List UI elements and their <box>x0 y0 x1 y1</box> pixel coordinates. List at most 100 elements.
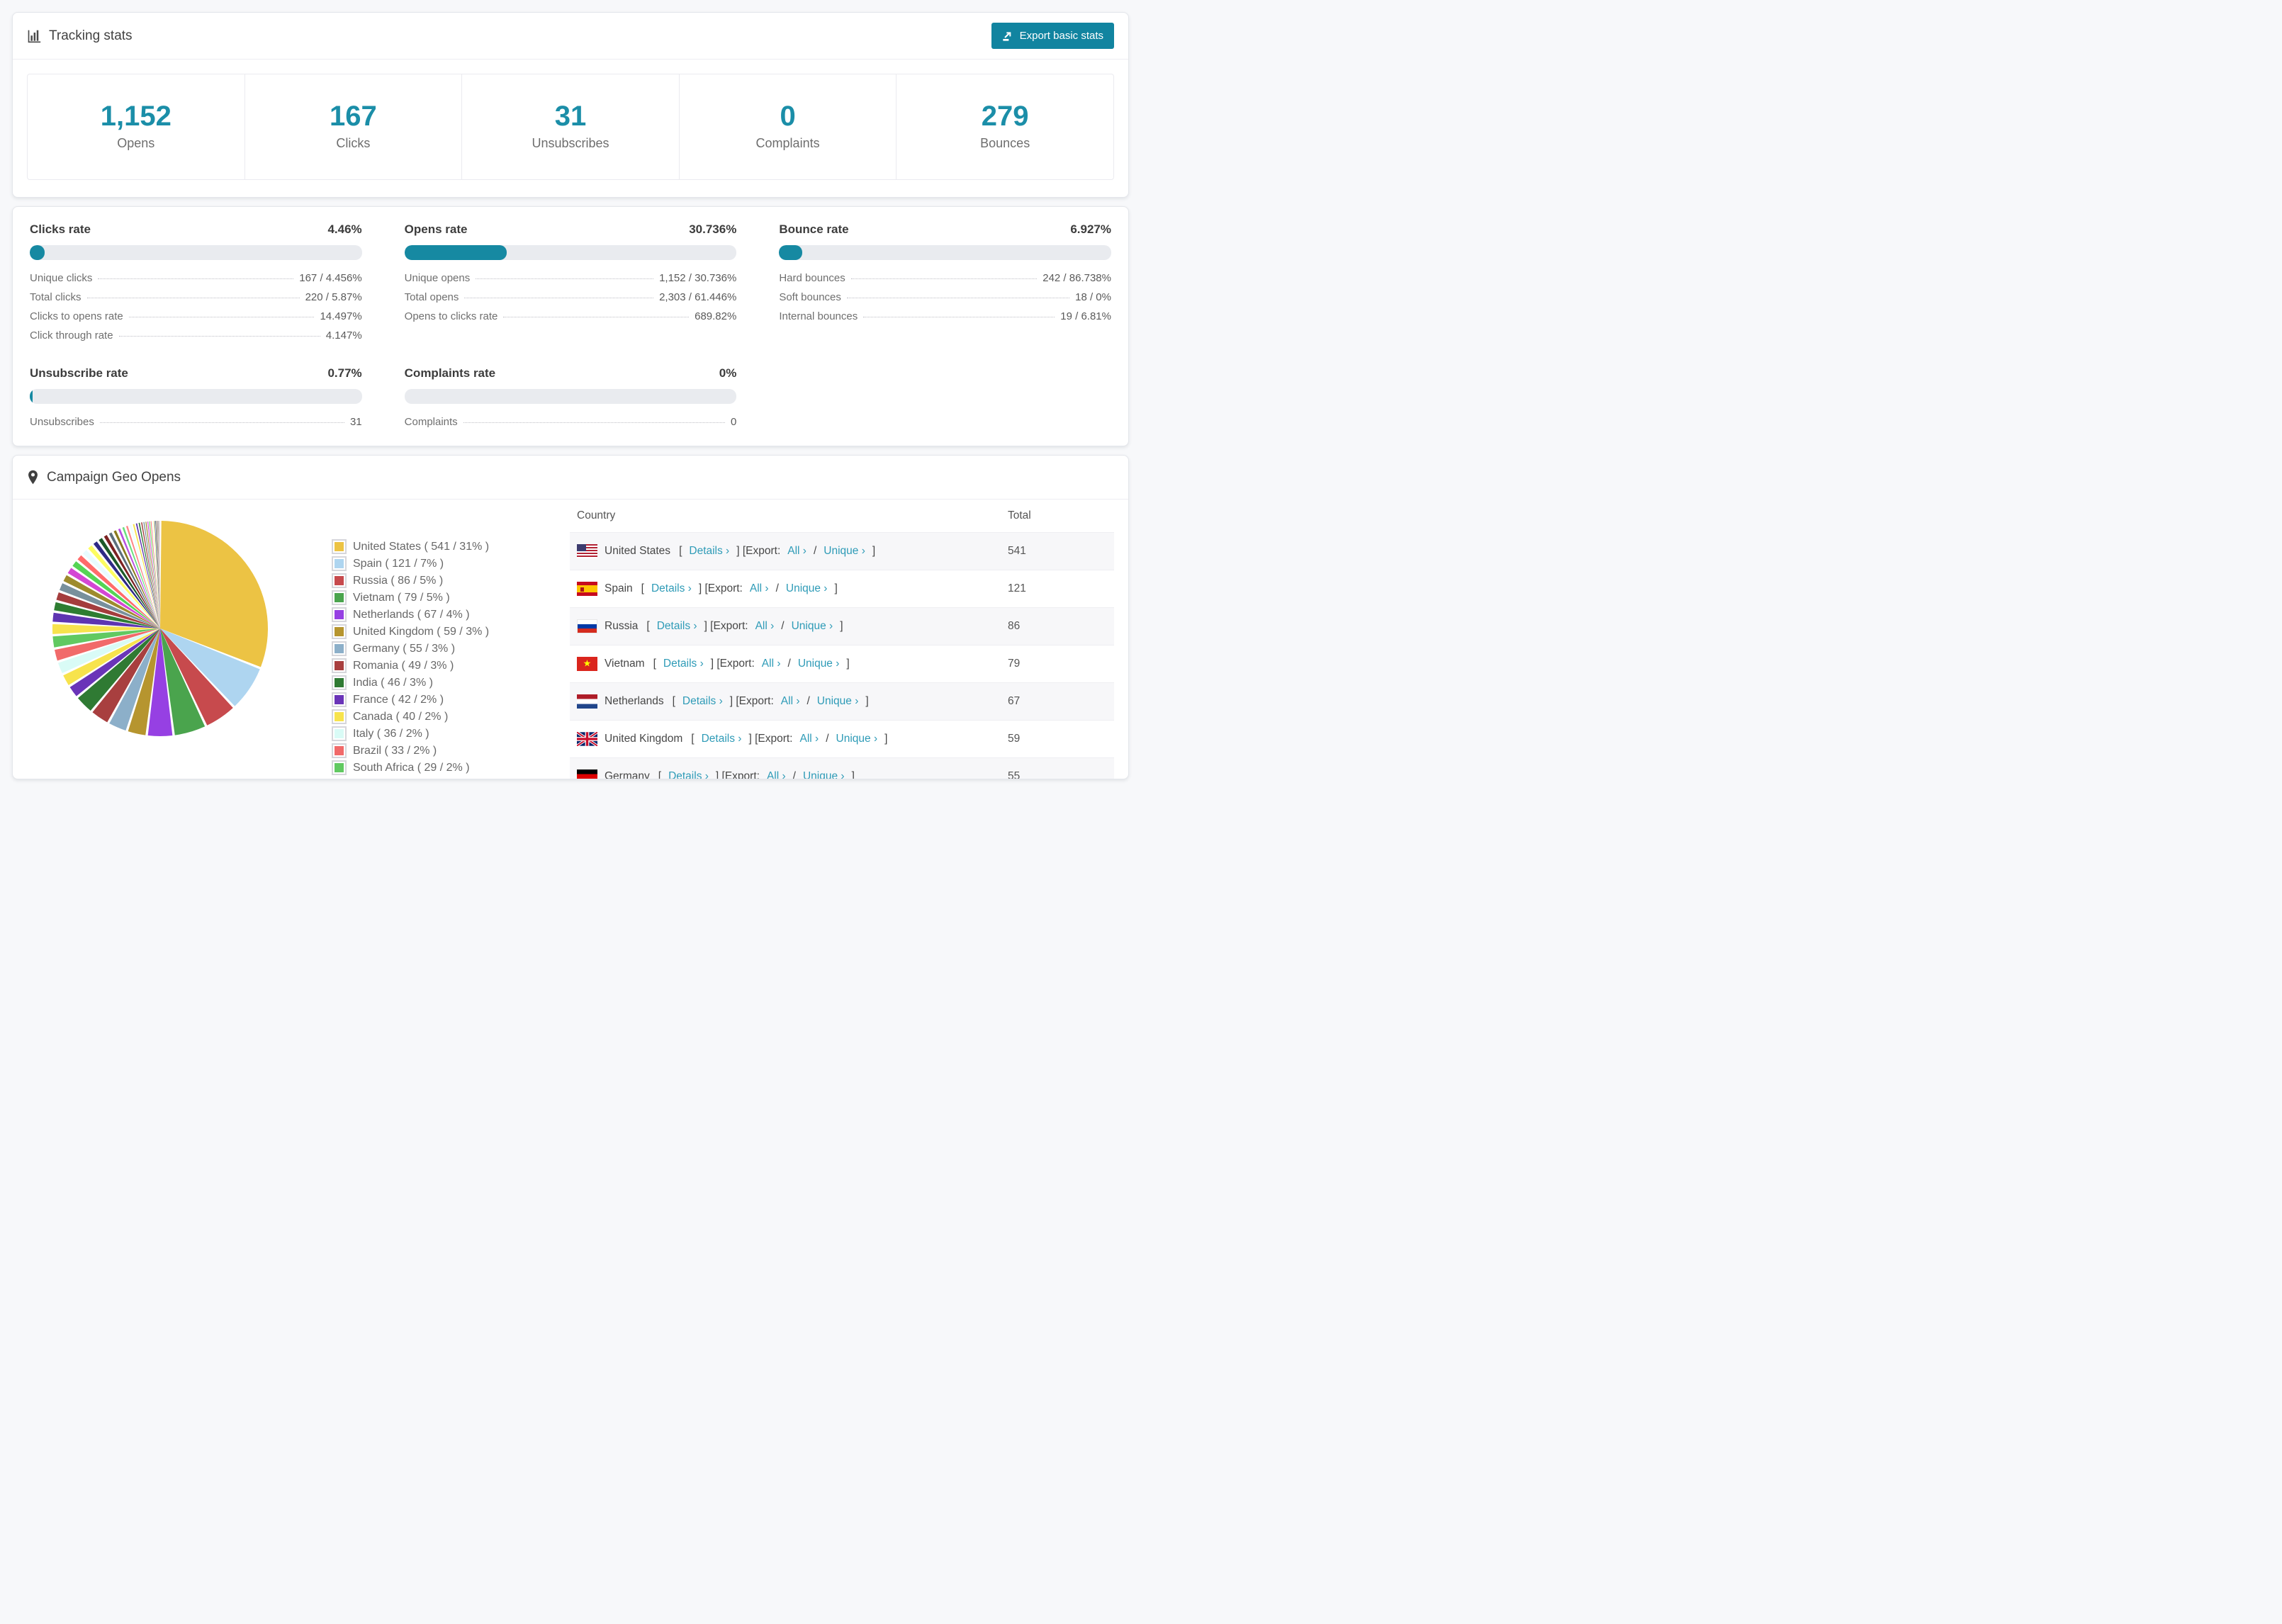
stat-box-complaints: 0 Complaints <box>678 74 896 179</box>
progress-bar-fill <box>404 245 507 260</box>
country-total: 121 <box>1008 582 1026 594</box>
export-all-link[interactable]: All › <box>800 733 819 745</box>
tracking-stats-title: Tracking stats <box>27 28 133 44</box>
geo-pie-wrap <box>13 500 332 779</box>
rate-stat-label: Unique opens <box>404 272 471 284</box>
rate-title: Bounce rate <box>779 222 849 236</box>
stat-label: Opens <box>117 136 155 150</box>
country-name: United Kingdom <box>605 733 683 745</box>
legend-label: Russia ( 86 / 5% ) <box>353 574 444 587</box>
bracket: / <box>813 545 817 557</box>
geo-content: United States ( 541 / 31% ) Spain ( 121 /… <box>13 500 1128 779</box>
details-link[interactable]: Details › <box>689 545 729 558</box>
geo-table: Country Total United States[Details ›] [… <box>570 500 1114 779</box>
rate-stat-label: Complaints <box>404 416 458 428</box>
legend-label: Brazil ( 33 / 2% ) <box>353 744 437 757</box>
legend-swatch-icon <box>332 556 347 571</box>
legend-label: United States ( 541 / 31% ) <box>353 540 490 553</box>
rate-stat-row: Total clicks 220 / 5.87% <box>30 292 362 303</box>
export-all-link[interactable]: All › <box>750 582 769 595</box>
details-link[interactable]: Details › <box>682 695 723 708</box>
rate-value: 30.736% <box>689 222 737 236</box>
flag-russia-icon <box>577 619 597 633</box>
progress-bar <box>30 389 362 404</box>
country-total: 59 <box>1008 733 1021 745</box>
union-jack <box>577 732 597 746</box>
rate-stat-label: Total clicks <box>30 291 82 303</box>
geo-table-row-spain: Spain [Details ›] [Export: All › / Unique ›]… <box>570 570 1114 608</box>
export-basic-stats-button[interactable]: Export basic stats <box>991 23 1114 49</box>
dotted-leader <box>99 422 344 423</box>
export-unique-link[interactable]: Unique › <box>792 620 833 633</box>
export-all-link[interactable]: All › <box>762 658 781 670</box>
stat-value: 279 <box>981 101 1029 132</box>
export-all-link[interactable]: All › <box>781 695 800 708</box>
legend-swatch-icon <box>332 709 347 724</box>
details-link[interactable]: Details › <box>702 733 742 745</box>
details-link[interactable]: Details › <box>657 620 697 633</box>
bar-chart-icon <box>28 30 41 43</box>
stat-label: Complaints <box>755 136 820 150</box>
country-cell: United Kingdom [Details ›] [Export: All › /… <box>577 732 994 746</box>
country-name: Germany <box>605 770 650 779</box>
rate-stat-label: Click through rate <box>30 329 113 342</box>
export-all-link[interactable]: All › <box>787 545 806 558</box>
progress-bar-fill <box>30 389 33 404</box>
dotted-leader <box>98 278 294 279</box>
legend-item-united-states: United States ( 541 / 31% ) <box>332 538 566 555</box>
campaign-geo-opens-card: Campaign Geo Opens United States ( 541 /… <box>12 455 1129 779</box>
country-column-header: Country <box>577 509 616 521</box>
rate-title: Unsubscribe rate <box>30 366 128 380</box>
details-link[interactable]: Details › <box>651 582 692 595</box>
legend-swatch-icon <box>332 573 347 588</box>
legend-item-south-africa: South Africa ( 29 / 2% ) <box>332 759 566 776</box>
rate-stat-value: 242 / 86.738% <box>1042 272 1111 284</box>
tracking-stats-card: Tracking stats Export basic stats 1,152 O… <box>12 12 1129 198</box>
legend-label: Netherlands ( 67 / 4% ) <box>353 608 470 621</box>
legend-swatch-icon <box>332 538 347 554</box>
rate-value: 6.927% <box>1070 222 1111 236</box>
bracket: ] [Export: <box>715 770 760 779</box>
legend-swatch-icon <box>332 760 347 775</box>
total-column-header: Total <box>1008 509 1031 521</box>
legend-swatch-icon <box>332 743 347 758</box>
legend-swatch-icon <box>332 658 347 673</box>
dotted-leader <box>476 278 654 279</box>
export-unique-link[interactable]: Unique › <box>824 545 865 558</box>
country-total: 55 <box>1008 770 1021 779</box>
bracket: / <box>826 733 829 745</box>
legend-item-russia: Russia ( 86 / 5% ) <box>332 572 566 589</box>
export-unique-link[interactable]: Unique › <box>836 733 878 745</box>
legend-label: India ( 46 / 3% ) <box>353 676 433 689</box>
export-unique-link[interactable]: Unique › <box>786 582 828 595</box>
export-unique-link[interactable]: Unique › <box>803 770 845 779</box>
flag-spain-icon <box>577 582 597 596</box>
bracket: ] [Export: <box>704 620 748 632</box>
export-all-link[interactable]: All › <box>755 620 775 633</box>
map-pin-icon <box>28 470 38 485</box>
geo-table-row-netherlands: Netherlands [Details ›] [Export: All › / Uni… <box>570 682 1114 721</box>
bracket: [ <box>679 545 682 557</box>
legend-item-italy: Italy ( 36 / 2% ) <box>332 725 566 742</box>
country-cell: Netherlands [Details ›] [Export: All › / Uni… <box>577 694 994 709</box>
export-all-link[interactable]: All › <box>767 770 786 779</box>
rate-stat-label: Clicks to opens rate <box>30 310 123 322</box>
export-button-label: Export basic stats <box>1019 30 1103 42</box>
legend-swatch-icon <box>332 607 347 622</box>
bracket: ] <box>872 545 876 557</box>
rate-stat-value: 18 / 0% <box>1075 291 1111 303</box>
legend-label: United Kingdom ( 59 / 3% ) <box>353 625 490 638</box>
stat-label: Unsubscribes <box>532 136 609 150</box>
legend-item-romania: Romania ( 49 / 3% ) <box>332 657 566 674</box>
rate-stat-row: Unique opens 1,152 / 30.736% <box>405 273 737 283</box>
bracket: ] <box>865 695 869 707</box>
legend-item-netherlands: Netherlands ( 67 / 4% ) <box>332 606 566 623</box>
details-link[interactable]: Details › <box>668 770 709 779</box>
details-link[interactable]: Details › <box>663 658 704 670</box>
export-unique-link[interactable]: Unique › <box>817 695 859 708</box>
flag-vietnam-icon <box>577 657 597 671</box>
export-unique-link[interactable]: Unique › <box>798 658 840 670</box>
bracket: [ <box>672 695 675 707</box>
rate-stat-value: 19 / 6.81% <box>1060 310 1111 322</box>
rate-stat-label: Soft bounces <box>779 291 841 303</box>
